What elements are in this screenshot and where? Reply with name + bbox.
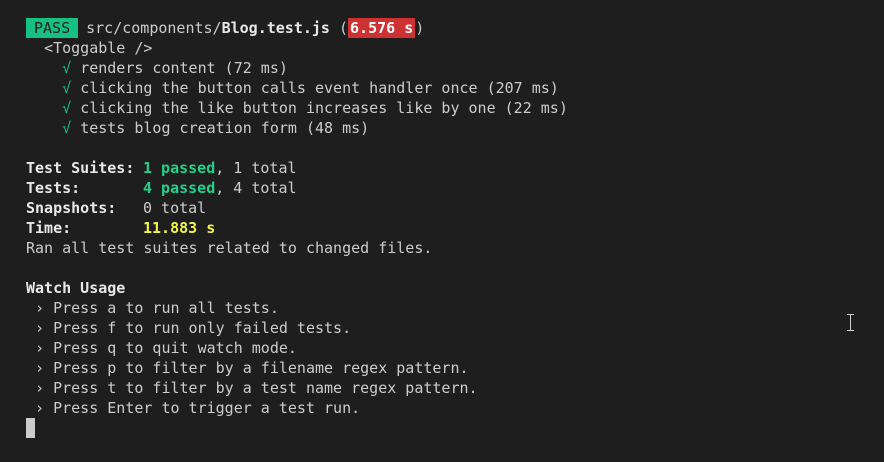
watch-usage-title: Watch Usage [26, 279, 126, 297]
test-case-name: clicking the like button increases like … [80, 99, 568, 117]
test-case: √ renders content (72 ms) [26, 58, 876, 78]
check-icon: √ [62, 99, 72, 117]
open-paren: ( [329, 19, 349, 37]
check-icon: √ [62, 59, 72, 77]
test-suites-label: Test Suites: [26, 159, 135, 177]
text-cursor-stem [850, 315, 851, 330]
test-case: √ clicking the like button increases lik… [26, 98, 876, 118]
watch-option-quit: › Press q to quit watch mode. [26, 339, 297, 357]
test-case-name: clicking the button calls event handler … [80, 79, 559, 97]
block-cursor-icon [26, 418, 35, 438]
prompt-line[interactable] [26, 418, 876, 438]
tests-total: , 4 total [215, 179, 297, 197]
summary-tests: Tests: 4 passed, 4 total [26, 178, 876, 198]
check-icon: √ [62, 119, 72, 137]
file-name: Blog.test.js [221, 19, 330, 37]
test-suites-passed: 1 passed [143, 159, 216, 177]
pass-badge: PASS [26, 18, 79, 38]
slow-duration-badge: 6.576 s [348, 18, 416, 38]
test-case-name: renders content (72 ms) [80, 59, 288, 77]
time-value: 11.883 s [143, 219, 216, 237]
text-cursor-icon [846, 314, 855, 331]
watch-option-filter-test-name: › Press t to filter by a test name regex… [26, 379, 478, 397]
test-case: √ tests blog creation form (48 ms) [26, 118, 876, 138]
time-label: Time: [26, 219, 72, 237]
text-cursor-cap-bottom [847, 330, 854, 331]
file-path-prefix: src/components/ [86, 19, 222, 37]
watch-option-filter-filename: › Press p to filter by a filename regex … [26, 359, 469, 377]
summary-snapshots: Snapshots: 0 total [26, 198, 876, 218]
summary-time: Time: 11.883 s [26, 218, 876, 238]
test-suites-total: , 1 total [215, 159, 297, 177]
terminal-output[interactable]: PASS src/components/Blog.test.js (6.576 s… [26, 18, 876, 438]
check-icon: √ [62, 79, 72, 97]
watch-option-run-all: › Press a to run all tests. [26, 299, 279, 317]
test-case: √ clicking the button calls event handle… [26, 78, 876, 98]
close-paren: ) [415, 19, 425, 37]
test-case-name: tests blog creation form (48 ms) [80, 119, 370, 137]
summary-test-suites: Test Suites: 1 passed, 1 total [26, 158, 876, 178]
tests-passed: 4 passed [143, 179, 216, 197]
snapshots-value: 0 total [143, 199, 207, 217]
watch-option-trigger-run: › Press Enter to trigger a test run. [26, 399, 361, 417]
tests-label: Tests: [26, 179, 81, 197]
watch-option-run-failed: › Press f to run only failed tests. [26, 319, 352, 337]
snapshots-label: Snapshots: [26, 199, 117, 217]
ran-message: Ran all test suites related to changed f… [26, 239, 433, 257]
test-file-result: PASS src/components/Blog.test.js (6.576 s… [26, 18, 876, 38]
describe-title: <Toggable /> [44, 39, 153, 57]
describe-block: <Toggable /> [26, 38, 876, 58]
